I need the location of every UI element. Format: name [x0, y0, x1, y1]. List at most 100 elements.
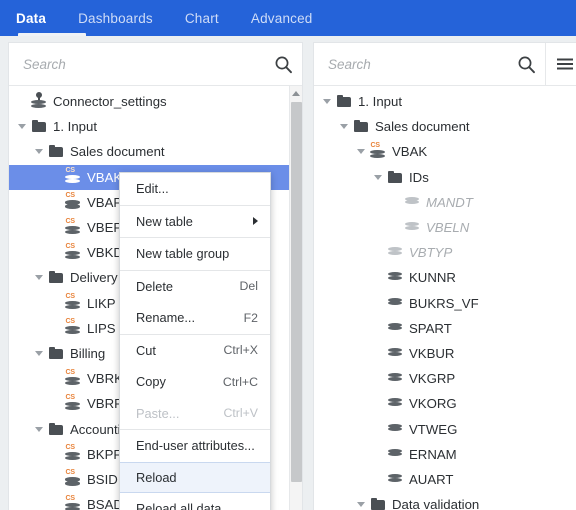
caret-placeholder — [388, 215, 401, 240]
tree-item-label: BUKRS_VF — [409, 295, 479, 311]
caret-placeholder — [371, 341, 384, 366]
tree-item-label: Delivery — [70, 270, 118, 286]
tree-item-label: VKORG — [409, 396, 457, 412]
context-menu: Edit... New table New table group Delete Del… — [119, 172, 271, 510]
tab-data[interactable]: Data — [0, 0, 62, 36]
tree-item[interactable]: VBTYP — [314, 240, 576, 265]
chevron-down-icon[interactable] — [337, 114, 350, 139]
tree-item-label: BKPF — [87, 446, 122, 462]
tree-item[interactable]: MANDT — [314, 190, 576, 215]
tab-label: Chart — [184, 10, 219, 26]
tree-item[interactable]: ERNAM — [314, 442, 576, 467]
left-scrollbar[interactable] — [289, 86, 302, 510]
caret-placeholder — [15, 89, 28, 114]
menu-item-copy[interactable]: Copy Ctrl+C — [120, 366, 270, 398]
menu-item-label: Reload all data — [136, 501, 222, 510]
caret-placeholder — [49, 366, 62, 391]
tree-item[interactable]: SPART — [314, 316, 576, 341]
caret-placeholder — [49, 240, 62, 265]
search-input[interactable] — [9, 56, 264, 72]
menu-item-edit[interactable]: Edit... — [120, 173, 270, 205]
menu-item-paste: Paste... Ctrl+V — [120, 398, 270, 430]
search-icon[interactable] — [507, 43, 545, 85]
search-icon[interactable] — [264, 43, 302, 85]
caret-placeholder — [49, 442, 62, 467]
tree-item[interactable]: VKBUR — [314, 341, 576, 366]
menu-item-reload-all-data[interactable]: Reload all data — [120, 493, 270, 510]
menu-item-shortcut: F2 — [243, 310, 258, 325]
chevron-down-icon[interactable] — [354, 139, 367, 164]
tree-item[interactable]: AUART — [314, 467, 576, 492]
chevron-down-icon[interactable] — [371, 165, 384, 190]
chevron-down-icon[interactable] — [320, 89, 333, 114]
caret-placeholder — [371, 240, 384, 265]
folder-icon — [45, 265, 67, 290]
menu-item-new-table-group[interactable]: New table group — [120, 238, 270, 270]
tree-item-label: VBAK — [87, 169, 123, 185]
menu-item-end-user-attributes[interactable]: End-user attributes... — [120, 430, 270, 462]
menu-item-rename[interactable]: Rename... F2 — [120, 302, 270, 334]
folder-icon — [333, 89, 355, 114]
tree-item[interactable]: CS VBAK — [314, 139, 576, 164]
tab-advanced[interactable]: Advanced — [235, 0, 329, 36]
cs-table-icon: CS — [62, 291, 84, 316]
tree-item[interactable]: Connector_settings — [9, 89, 289, 114]
caret-placeholder — [49, 391, 62, 416]
tree-item[interactable]: VKORG — [314, 391, 576, 416]
chevron-down-icon[interactable] — [15, 114, 28, 139]
field-icon — [384, 467, 406, 492]
caret-placeholder — [49, 316, 62, 341]
menu-item-label: Rename... — [136, 310, 196, 326]
tree-item[interactable]: 1. Input — [9, 114, 289, 139]
tree-item-label: 1. Input — [358, 94, 402, 110]
tree-item-label: Sales document — [375, 119, 470, 135]
chevron-down-icon[interactable] — [32, 265, 45, 290]
field-icon — [384, 366, 406, 391]
caret-placeholder — [371, 291, 384, 316]
field-icon — [401, 215, 423, 240]
tree-item-label: Billing — [70, 345, 106, 361]
menu-item-cut[interactable]: Cut Ctrl+X — [120, 335, 270, 367]
tab-chart[interactable]: Chart — [169, 0, 235, 36]
tree-item[interactable]: Data validation — [314, 492, 576, 510]
tree-item[interactable]: VKGRP — [314, 366, 576, 391]
tree-item[interactable]: VBELN — [314, 215, 576, 240]
caret-placeholder — [371, 316, 384, 341]
folder-icon — [45, 341, 67, 366]
tree-item[interactable]: KUNNR — [314, 265, 576, 290]
search-input[interactable] — [314, 56, 507, 72]
tab-dashboards[interactable]: Dashboards — [62, 0, 169, 36]
chevron-down-icon[interactable] — [32, 416, 45, 441]
tree-item-label: VTWEG — [409, 421, 458, 437]
tree-item-label: VBELN — [426, 220, 470, 236]
field-icon — [384, 442, 406, 467]
scroll-up-arrow[interactable] — [290, 86, 302, 100]
caret-placeholder — [388, 190, 401, 215]
menu-item-delete[interactable]: Delete Del — [120, 271, 270, 303]
tree-item-label: VKGRP — [409, 371, 456, 387]
menu-item-new-table[interactable]: New table — [120, 206, 270, 238]
chevron-down-icon[interactable] — [32, 139, 45, 164]
tree-item-label: ERNAM — [409, 446, 457, 462]
folder-icon — [384, 165, 406, 190]
tree-item[interactable]: BUKRS_VF — [314, 291, 576, 316]
chevron-down-icon[interactable] — [354, 492, 367, 510]
menu-item-label: Delete — [136, 278, 173, 294]
tree-item[interactable]: Sales document — [9, 139, 289, 164]
scrollbar-thumb[interactable] — [291, 102, 302, 482]
folder-icon — [28, 114, 50, 139]
caret-placeholder — [371, 467, 384, 492]
tree-item-label: VKBUR — [409, 345, 455, 361]
chevron-down-icon[interactable] — [32, 341, 45, 366]
tree-item[interactable]: 1. Input — [314, 89, 576, 114]
cs-table-icon: CS — [62, 240, 84, 265]
field-icon — [384, 416, 406, 441]
tree-item[interactable]: VTWEG — [314, 416, 576, 441]
hamburger-menu-icon[interactable] — [546, 43, 576, 85]
caret-placeholder — [49, 291, 62, 316]
cs-table-icon: CS — [62, 492, 84, 510]
tree-item[interactable]: Sales document — [314, 114, 576, 139]
menu-item-reload[interactable]: Reload — [120, 461, 270, 493]
tree-item[interactable]: IDs — [314, 165, 576, 190]
caret-placeholder — [49, 215, 62, 240]
